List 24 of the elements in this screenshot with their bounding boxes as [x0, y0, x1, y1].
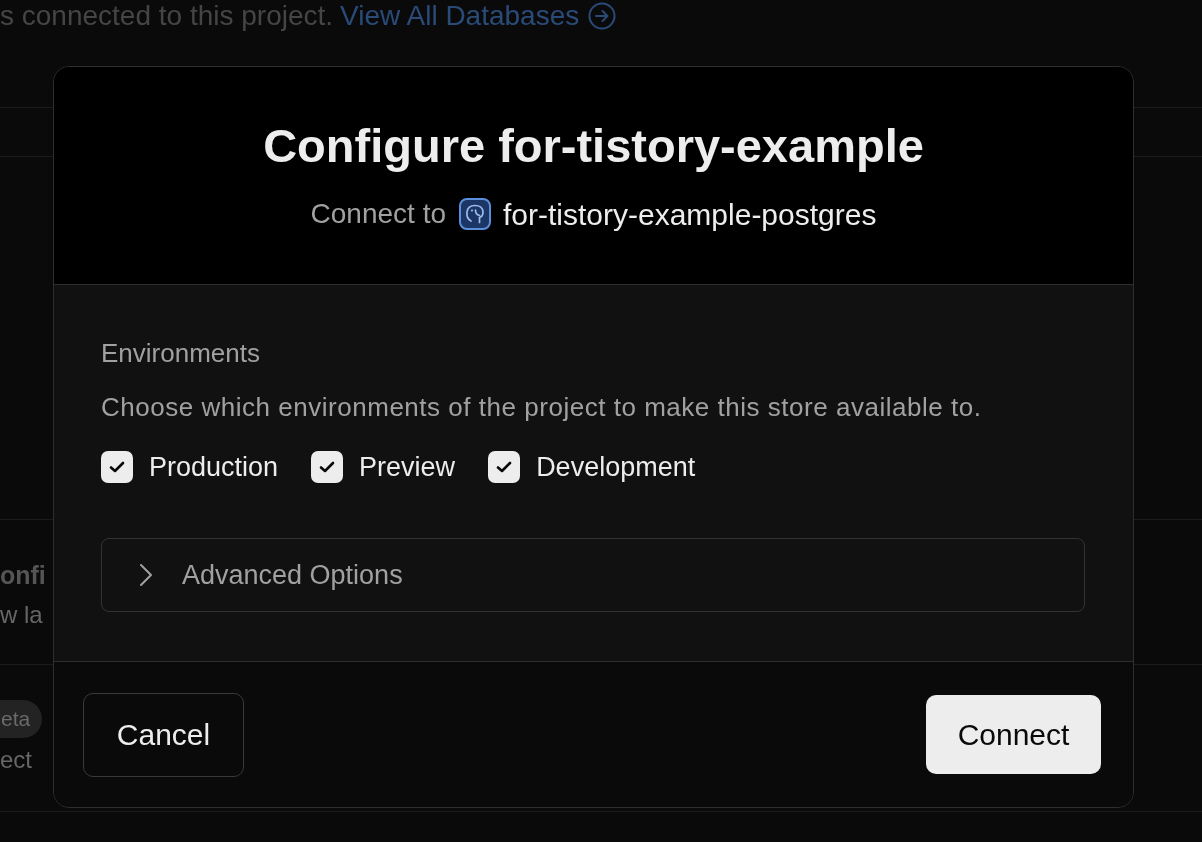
notice-text: s connected to this project. — [0, 0, 334, 32]
connect-button[interactable]: Connect — [926, 695, 1101, 774]
checkbox[interactable] — [311, 451, 344, 483]
beta-badge: eta — [0, 700, 43, 738]
advanced-options-toggle[interactable]: Advanced Options — [101, 538, 1085, 612]
section-description: w la — [0, 601, 43, 629]
check-icon — [319, 461, 336, 473]
dialog-title: Configure for-tistory-example — [263, 119, 924, 173]
checkbox[interactable] — [488, 451, 521, 483]
checkbox-label: Development — [536, 450, 696, 484]
checkbox-label: Production — [149, 450, 279, 484]
checkbox-label: Preview — [359, 450, 456, 484]
elephant-icon — [459, 198, 491, 230]
cancel-button[interactable]: Cancel — [83, 692, 244, 777]
connect-to-label: Connect to — [310, 197, 446, 231]
check-icon — [109, 461, 125, 473]
database-name: for-tistory-example-postgres — [503, 196, 877, 233]
section-description: ect — [0, 746, 32, 774]
arrow-circle-icon — [588, 2, 617, 30]
section-description: Choose which environments of the project to make this store available to. — [101, 393, 982, 421]
checkbox[interactable] — [101, 451, 133, 483]
section-label: Environments — [101, 339, 260, 367]
check-icon — [496, 461, 513, 473]
section-title: onfi — [0, 561, 46, 589]
